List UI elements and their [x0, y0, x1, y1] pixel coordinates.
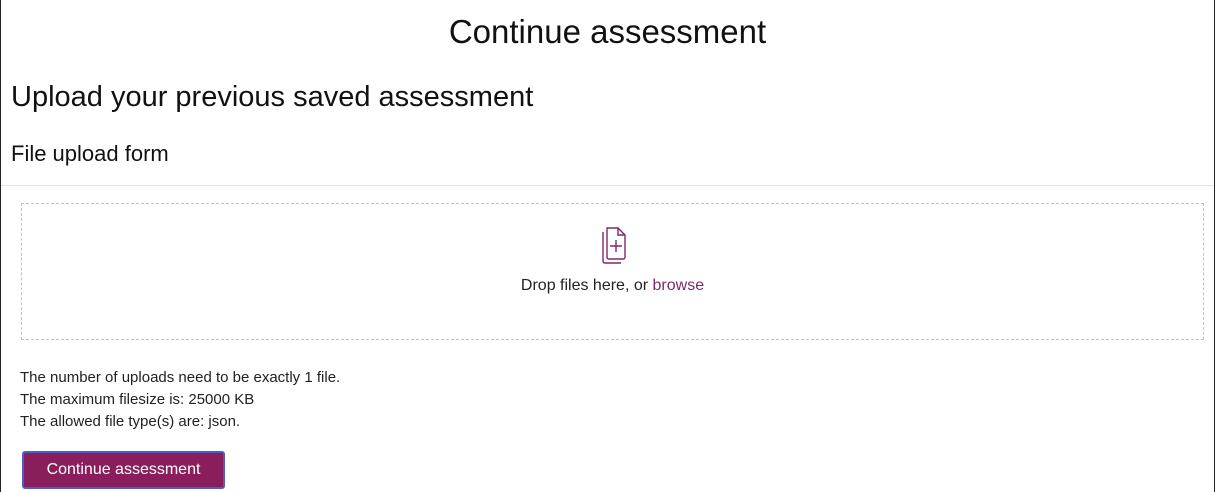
page-subtitle: Upload your previous saved assessment	[11, 81, 534, 113]
dropzone-prompt: Drop files here, or	[520, 277, 653, 294]
max-filesize-text: The maximum filesize is: 25000 KB	[20, 391, 255, 408]
uploads-rule-text: The number of uploads need to be exactly…	[20, 369, 341, 386]
browse-link[interactable]: browse	[653, 277, 705, 294]
page-title: Continue assessment	[448, 13, 767, 50]
file-dropzone[interactable]: Drop files here, or browse	[21, 203, 1204, 340]
form-heading: File upload form	[11, 141, 169, 166]
continue-assessment-button[interactable]: Continue assessment	[22, 451, 225, 489]
allowed-types-text: The allowed file type(s) are: json.	[20, 413, 241, 430]
file-add-icon	[599, 226, 629, 266]
upload-requirements: The number of uploads need to be exactly…	[20, 367, 340, 433]
page-frame: Continue assessment Upload your previous…	[0, 0, 1215, 492]
dropzone-text: Drop files here, or browse	[22, 274, 1203, 298]
divider	[1, 185, 1214, 186]
